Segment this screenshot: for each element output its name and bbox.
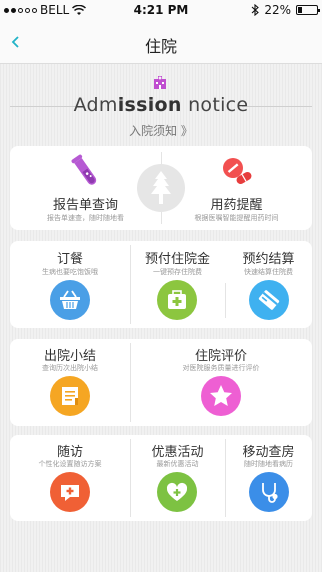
report-query-subtitle: 报告单速查，随时随地看 xyxy=(47,214,124,222)
bluetooth-icon xyxy=(251,4,260,16)
follow-up-subtitle: 个性化设置随访方案 xyxy=(38,460,102,468)
service-card-row-2: 出院小结 查询历次出院小结 住院评价 对医院服务质量进行评价 xyxy=(10,339,312,426)
appointment-settlement-subtitle: 快速结算住院费 xyxy=(244,268,293,276)
chat-plus-icon xyxy=(50,472,90,512)
hospitalization-review-subtitle: 对医院服务质量进行评价 xyxy=(182,364,260,372)
nav-bar: 住院 xyxy=(0,20,322,64)
pill-icon xyxy=(222,158,251,184)
order-meal-title: 订餐 xyxy=(56,252,83,267)
mobile-ward-round-button[interactable]: 移动查房 随时随地看病历 xyxy=(225,435,312,521)
admission-subtitle-link[interactable]: 入院须知 》 xyxy=(0,122,322,139)
prepay-deposit-subtitle: 一键预存住院费 xyxy=(153,268,202,276)
mobile-ward-round-title: 移动查房 xyxy=(242,445,295,460)
appointment-settlement-button[interactable]: 预约结算 快速结算住院费 xyxy=(225,241,312,328)
discharge-summary-button[interactable]: 出院小结 查询历次出院小结 xyxy=(10,339,130,426)
order-meal-subtitle: 生病也要吃饱饭哦 xyxy=(42,268,98,276)
promotions-subtitle: 最新优惠活动 xyxy=(156,460,199,468)
document-icon xyxy=(50,376,90,416)
top-card: 报告单查询 报告单速查，随时随地看 用药提醒 根据医嘱智能提醒用药时间 xyxy=(10,146,312,230)
discharge-summary-subtitle: 查询历次出院小结 xyxy=(42,364,98,372)
promotions-title: 优惠活动 xyxy=(151,445,204,460)
hospitalization-review-title: 住院评价 xyxy=(194,349,247,364)
status-bar: BELL 4:21 PM 22% xyxy=(0,0,322,20)
tree-logo-icon xyxy=(137,164,185,212)
follow-up-title: 随访 xyxy=(56,445,83,460)
mobile-ward-round-subtitle: 随时随地看病历 xyxy=(244,460,293,468)
promotions-button[interactable]: 优惠活动 最新优惠活动 xyxy=(130,435,225,521)
prepay-deposit-button[interactable]: 预付住院金 一键预存住院费 xyxy=(130,241,225,328)
battery-percent: 22% xyxy=(264,3,291,17)
basket-icon xyxy=(50,280,90,320)
hospitalization-review-button[interactable]: 住院评价 对医院服务质量进行评价 xyxy=(130,339,312,426)
heart-plus-icon xyxy=(157,472,197,512)
medkit-icon xyxy=(157,280,197,320)
star-icon xyxy=(201,376,241,416)
page-title: 住院 xyxy=(144,37,177,56)
test-tube-icon xyxy=(71,154,96,185)
card-icon xyxy=(249,280,289,320)
discharge-summary-title: 出院小结 xyxy=(43,349,96,364)
service-card-row-1: 订餐 生病也要吃饱饭哦 预付住院金 一键预存住院费 预约结算 快速结算住院费 xyxy=(10,241,312,328)
appointment-settlement-title: 预约结算 xyxy=(242,252,295,267)
follow-up-button[interactable]: 随访 个性化设置随访方案 xyxy=(10,435,130,521)
medication-reminder-subtitle: 根据医嘱智能提醒用药时间 xyxy=(194,214,279,222)
hospital-icon xyxy=(154,76,166,89)
prepay-deposit-title: 预付住院金 xyxy=(144,252,210,267)
admission-notice[interactable]: Admission notice 入院须知 》 xyxy=(0,72,322,138)
order-meal-button[interactable]: 订餐 生病也要吃饱饭哦 xyxy=(10,241,130,328)
admission-title: Admission notice xyxy=(73,94,249,116)
service-card-row-3: 随访 个性化设置随访方案 优惠活动 最新优惠活动 移动查房 随时随地看病历 xyxy=(10,435,312,521)
stethoscope-icon xyxy=(249,472,289,512)
battery-icon xyxy=(296,5,320,15)
